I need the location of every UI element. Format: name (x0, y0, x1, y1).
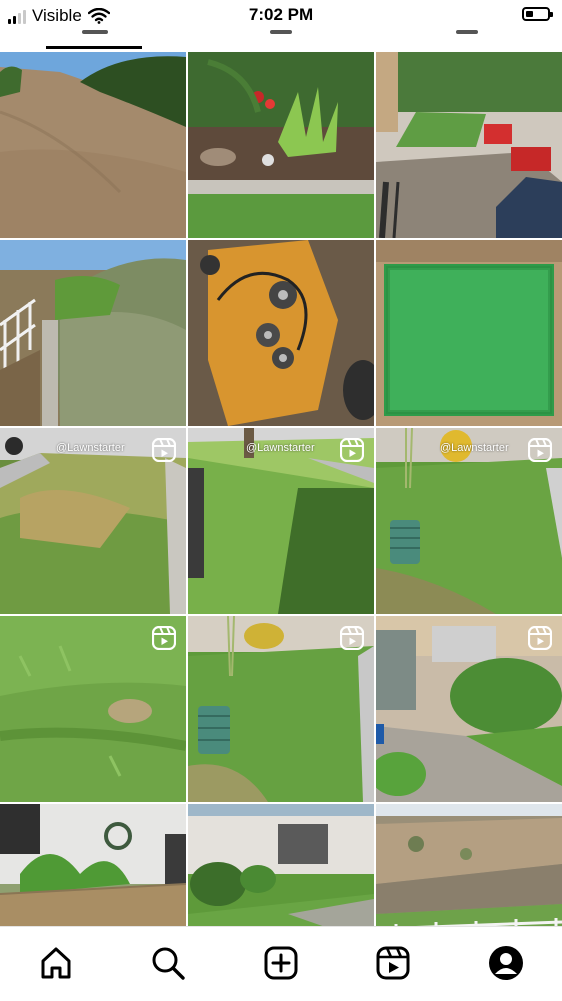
profile-icon (489, 946, 523, 980)
reel-tile[interactable]: @Lawnstarter (188, 428, 374, 614)
reels-icon (376, 946, 410, 980)
search-icon (152, 947, 185, 980)
grid-icon[interactable] (82, 30, 108, 34)
new-post-icon (264, 946, 298, 980)
post-tile[interactable] (376, 52, 562, 238)
reel-tile[interactable] (188, 616, 374, 802)
reel-icon (152, 626, 176, 650)
nav-search[interactable] (146, 941, 190, 985)
tagged-icon[interactable] (456, 30, 478, 34)
active-tab-indicator (46, 46, 142, 49)
reel-icon (528, 438, 552, 462)
post-tile[interactable] (0, 240, 186, 426)
reels-tab-icon[interactable] (270, 30, 292, 34)
watermark: @Lawnstarter (246, 442, 315, 454)
post-tile[interactable] (188, 804, 374, 926)
post-tile[interactable] (0, 52, 186, 238)
status-bar: Visible 7:02 PM (0, 0, 562, 32)
watermark: @Lawnstarter (440, 442, 509, 454)
reel-icon (152, 438, 176, 462)
reel-tile[interactable] (376, 616, 562, 802)
reel-icon (340, 626, 364, 650)
home-icon (41, 947, 71, 979)
reel-icon (528, 626, 552, 650)
reel-tile[interactable] (0, 616, 186, 802)
bottom-nav (0, 926, 562, 1001)
nav-home[interactable] (34, 941, 78, 985)
nav-reels[interactable] (371, 941, 415, 985)
post-grid: @Lawnstarter @Lawnstarter @Lawnstarter (0, 52, 562, 926)
post-tile[interactable] (376, 240, 562, 426)
reel-tile[interactable]: @Lawnstarter (376, 428, 562, 614)
nav-create[interactable] (259, 941, 303, 985)
clock: 7:02 PM (248, 5, 314, 24)
reel-icon (340, 438, 364, 462)
post-tile[interactable] (188, 52, 374, 238)
post-tile[interactable] (0, 804, 186, 926)
watermark: @Lawnstarter (56, 442, 125, 454)
nav-profile[interactable] (484, 941, 528, 985)
post-tile[interactable] (188, 240, 374, 426)
post-tile[interactable] (376, 804, 562, 926)
reel-tile[interactable]: @Lawnstarter (0, 428, 186, 614)
battery-icon (522, 7, 553, 21)
